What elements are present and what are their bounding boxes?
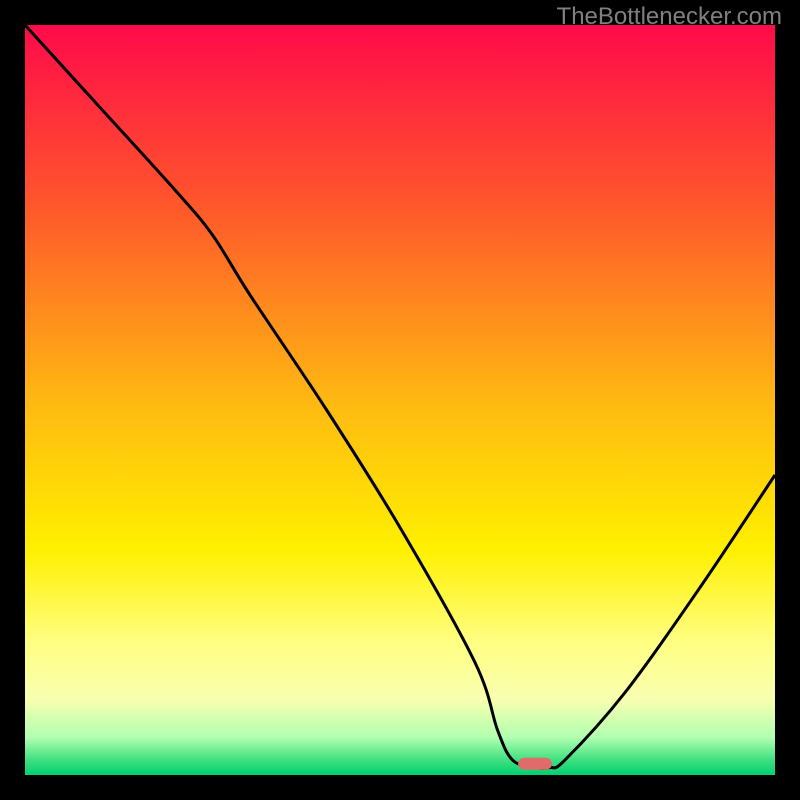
- chart-plot-area: [25, 25, 775, 775]
- gradient-background: [25, 25, 775, 775]
- chart-svg: [25, 25, 775, 775]
- watermark-text: TheBottlenecker.com: [557, 3, 782, 31]
- optimal-marker: [518, 758, 552, 770]
